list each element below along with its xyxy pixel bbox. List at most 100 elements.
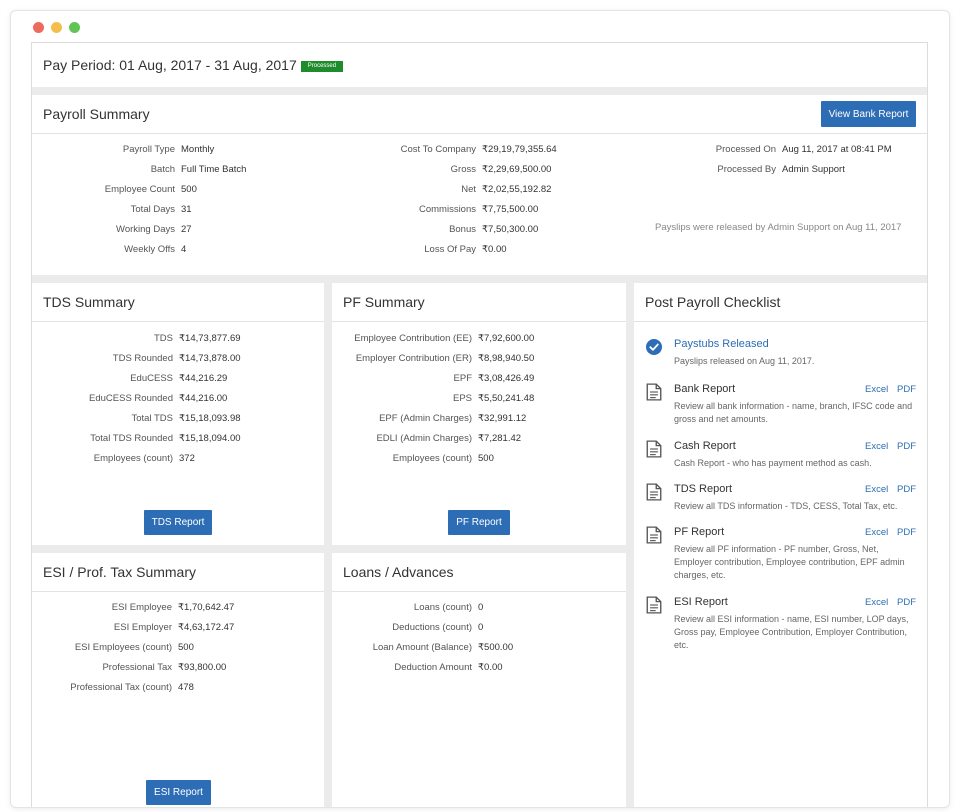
- kv-row: EPS ₹5,50,241.48: [332, 388, 534, 408]
- cash-report-excel-link[interactable]: Excel: [865, 441, 888, 452]
- kv-label: ESI Employee: [111, 601, 172, 613]
- kv-row: Deduction Amount ₹0.00: [332, 657, 513, 677]
- kv-row: ESI Employees (count) 500: [32, 637, 234, 657]
- kv-label: ESI Employer: [113, 621, 172, 633]
- kv-row: Bonus ₹7,50,300.00: [282, 219, 557, 239]
- kv-value: ₹1,70,642.47: [178, 601, 235, 613]
- kv-value: ₹2,02,55,192.82: [482, 183, 552, 195]
- tds-summary-header: TDS Summary: [32, 283, 324, 322]
- tds-report-pdf-link[interactable]: PDF: [897, 484, 916, 495]
- cash-report-pdf-link[interactable]: PDF: [897, 441, 916, 452]
- kv-row: Cost To Company ₹29,19,79,355.64: [282, 139, 557, 159]
- kv-label: EPF: [453, 372, 472, 384]
- pf-report-pdf-link[interactable]: PDF: [897, 527, 916, 538]
- pf-summary-header: PF Summary: [332, 283, 626, 322]
- checklist-item-desc: Cash Report - who has payment method as …: [674, 458, 872, 468]
- kv-label: Employer Contribution (ER): [355, 352, 472, 364]
- kv-value: ₹14,73,877.69: [179, 332, 241, 344]
- kv-row: Loss Of Pay ₹0.00: [282, 239, 557, 259]
- kv-value: ₹4,63,172.47: [178, 621, 235, 633]
- kv-label: EduCESS Rounded: [89, 392, 173, 404]
- kv-value: ₹15,18,094.00: [179, 432, 241, 444]
- panel-title: Payroll Summary: [43, 106, 150, 122]
- tds-report-excel-link[interactable]: Excel: [865, 484, 888, 495]
- bank-report-pdf-link[interactable]: PDF: [897, 384, 916, 395]
- kv-value: ₹32,991.12: [478, 412, 527, 424]
- kv-label: Weekly Offs: [124, 243, 175, 255]
- kv-label: Loss Of Pay: [424, 243, 476, 255]
- esi-report-button[interactable]: ESI Report: [146, 780, 211, 805]
- checklist-item-title: Cash Report: [674, 440, 736, 452]
- checklist-item-title: ESI Report: [674, 596, 728, 608]
- kv-label: EDLI (Admin Charges): [376, 432, 472, 444]
- kv-row: Employer Contribution (ER) ₹8,98,940.50: [332, 348, 534, 368]
- bank-report-excel-link[interactable]: Excel: [865, 384, 888, 395]
- kv-row: Net ₹2,02,55,192.82: [282, 179, 557, 199]
- kv-label: Batch: [150, 163, 175, 175]
- checklist-item-title: Bank Report: [674, 383, 736, 395]
- kv-row: Employee Count 500: [32, 179, 246, 199]
- esi-report-pdf-link[interactable]: PDF: [897, 597, 916, 608]
- esi-report-excel-link[interactable]: Excel: [865, 597, 888, 608]
- pf-report-button[interactable]: PF Report: [448, 510, 510, 535]
- kv-row: EduCESS ₹44,216.29: [32, 368, 241, 388]
- loans-values: Loans (count) 0 Deductions (count) 0 Loan …: [332, 597, 513, 677]
- kv-row: Payroll Type Monthly: [32, 139, 246, 159]
- tds-summary-panel: TDS Summary TDS ₹14,73,877.69 TDS Rounded…: [32, 283, 324, 545]
- maximize-window-dot[interactable]: [69, 22, 80, 33]
- document-icon: [646, 596, 662, 614]
- kv-row: EPF ₹3,08,426.49: [332, 368, 535, 388]
- loans-advances-header: Loans / Advances: [332, 553, 626, 592]
- kv-label: EPF (Admin Charges): [379, 412, 472, 424]
- kv-label: ESI Employees (count): [74, 641, 172, 653]
- kv-label: TDS: [154, 332, 173, 344]
- checklist-item-desc: Review all bank information - name, bran…: [674, 401, 913, 424]
- pay-period-label: Pay Period: 01 Aug, 2017 - 31 Aug, 2017: [43, 57, 297, 73]
- paystubs-released-link[interactable]: Paystubs Released: [674, 338, 769, 350]
- kv-value: 0: [478, 601, 484, 613]
- kv-row: Professional Tax (count) 478: [32, 677, 234, 697]
- kv-label: Net: [461, 183, 476, 195]
- kv-row: Processed By Admin Support: [632, 159, 892, 179]
- payroll-col-1: Payroll Type Monthly Batch Full Time Batch…: [32, 139, 247, 259]
- kv-value: 27: [181, 223, 192, 235]
- kv-value: ₹44,216.00: [179, 392, 228, 404]
- checklist-item-title: TDS Report: [674, 483, 733, 495]
- kv-label: Total Days: [130, 203, 175, 215]
- pay-period-bar: Pay Period: 01 Aug, 2017 - 31 Aug, 2017 …: [32, 43, 927, 87]
- close-window-dot[interactable]: [33, 22, 44, 33]
- kv-row: EduCESS Rounded ₹44,216.00: [32, 388, 241, 408]
- pf-report-excel-link[interactable]: Excel: [865, 527, 888, 538]
- kv-value: ₹5,50,241.48: [478, 392, 535, 404]
- payroll-summary-header: Payroll Summary View Bank Report: [32, 95, 927, 134]
- payroll-app: Pay Period: 01 Aug, 2017 - 31 Aug, 2017 …: [31, 42, 928, 807]
- kv-row: Loans (count) 0: [332, 597, 513, 617]
- kv-label: Bonus: [449, 223, 476, 235]
- tds-values: TDS ₹14,73,877.69 TDS Rounded ₹14,73,878.0…: [32, 328, 241, 468]
- kv-label: Working Days: [116, 223, 175, 235]
- kv-value: ₹0.00: [482, 243, 507, 255]
- kv-row: Processed On Aug 11, 2017 at 08:41 PM: [632, 139, 892, 159]
- tds-report-button[interactable]: TDS Report: [144, 510, 212, 535]
- browser-window: Pay Period: 01 Aug, 2017 - 31 Aug, 2017 …: [10, 10, 950, 808]
- kv-row: Employees (count) 500: [332, 448, 534, 468]
- view-bank-report-button[interactable]: View Bank Report: [821, 101, 916, 127]
- minimize-window-dot[interactable]: [51, 22, 62, 33]
- kv-value: 372: [179, 452, 195, 464]
- kv-value: ₹44,216.29: [179, 372, 228, 384]
- kv-label: Payroll Type: [122, 143, 175, 155]
- kv-value: ₹15,18,093.98: [179, 412, 241, 424]
- pf-summary-panel: PF Summary Employee Contribution (EE) ₹7,…: [332, 283, 626, 545]
- kv-row: TDS Rounded ₹14,73,878.00: [32, 348, 241, 368]
- kv-value: ₹14,73,878.00: [179, 352, 241, 364]
- kv-value: ₹2,29,69,500.00: [482, 163, 552, 175]
- payroll-col-2: Cost To Company ₹29,19,79,355.64 Gross ₹2,…: [282, 139, 557, 259]
- kv-value: ₹3,08,426.49: [478, 372, 535, 384]
- kv-label: Processed By: [717, 163, 776, 175]
- checklist-header: Post Payroll Checklist: [634, 283, 927, 322]
- kv-value: ₹7,92,600.00: [478, 332, 535, 344]
- kv-row: Professional Tax ₹93,800.00: [32, 657, 234, 677]
- checklist-item-desc: Review all PF information - PF number, G…: [674, 544, 905, 580]
- window-controls: [33, 22, 80, 33]
- esi-summary-header: ESI / Prof. Tax Summary: [32, 553, 324, 592]
